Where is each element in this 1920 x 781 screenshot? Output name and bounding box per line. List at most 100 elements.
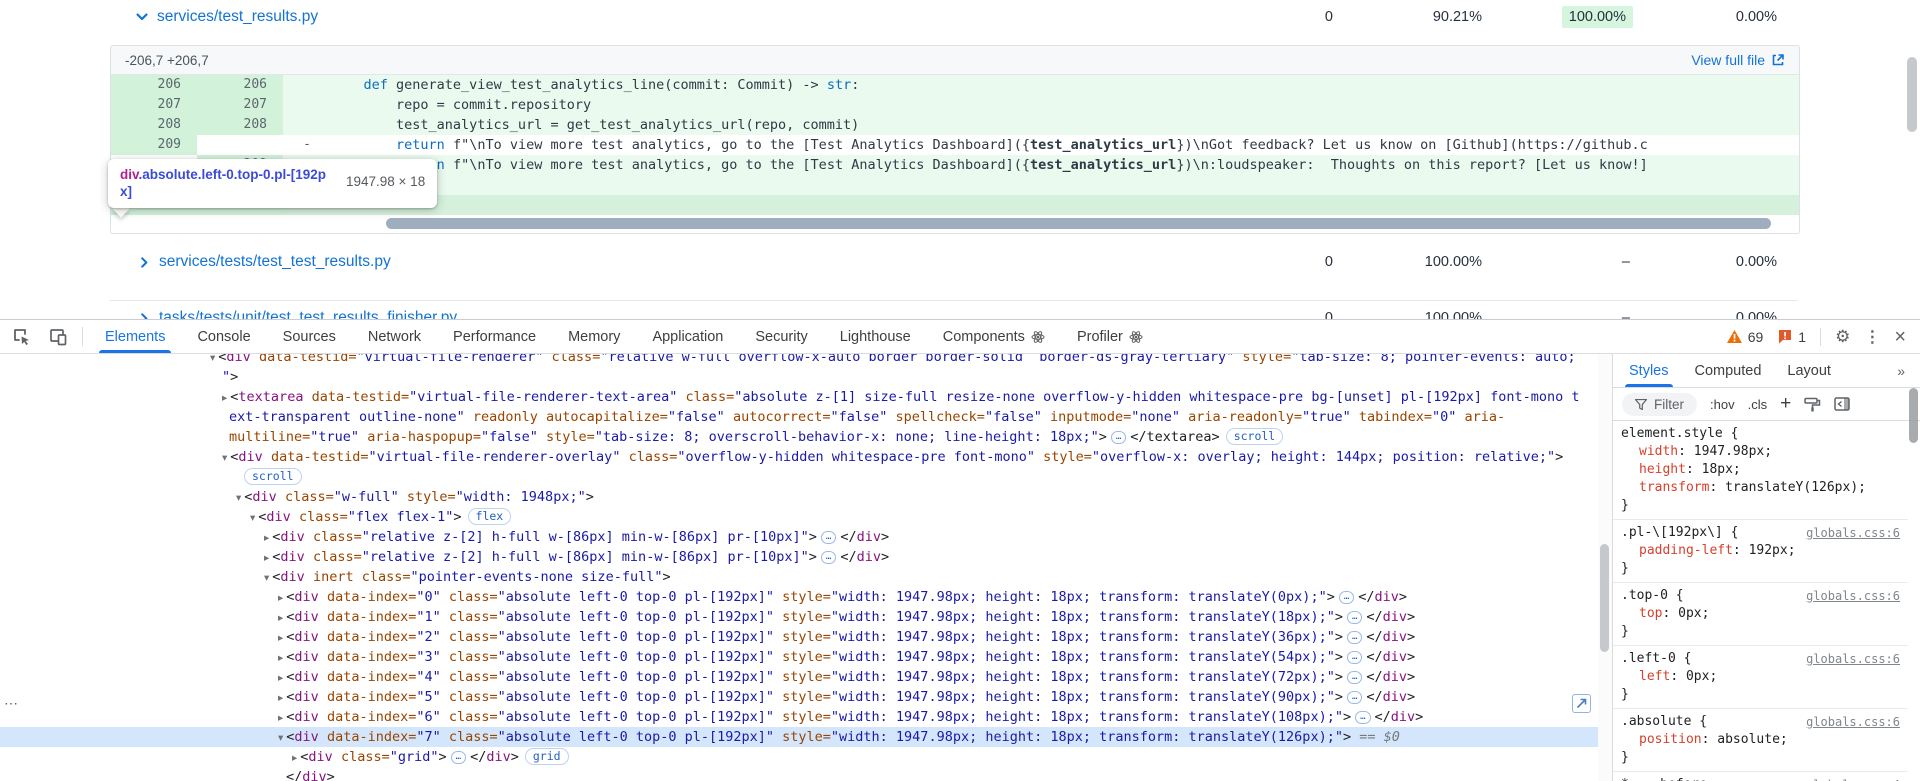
inline-expand-ellipsis[interactable]: … bbox=[1346, 611, 1363, 624]
dom-tree-row[interactable]: ▾ <div data-testid="virtual-file-renderer… bbox=[0, 447, 1598, 467]
dom-tree-row[interactable]: scroll bbox=[0, 467, 1598, 487]
rule-selector[interactable]: .pl-\[192px\] { bbox=[1621, 524, 1738, 542]
elements-scrollbar[interactable] bbox=[1598, 354, 1612, 781]
dom-tree-row[interactable]: ▸ <div data-index="4" class="absolute lef… bbox=[0, 667, 1598, 687]
dom-tree-row[interactable]: ▸ <div class="grid">… </div> grid bbox=[0, 747, 1598, 767]
diff-horizontal-scrollbar[interactable] bbox=[386, 218, 1771, 229]
devtools-tab-sources[interactable]: Sources bbox=[267, 320, 352, 353]
file-link-test-results-finisher[interactable]: tasks/tests/unit/test_test_results_finis… bbox=[138, 309, 457, 319]
view-full-file-link[interactable]: View full file bbox=[1691, 52, 1785, 68]
devtools-tab-performance[interactable]: Performance bbox=[437, 320, 552, 353]
dom-tree-row[interactable]: ▸ <div data-index="3" class="absolute lef… bbox=[0, 647, 1598, 667]
inline-expand-ellipsis[interactable]: … bbox=[1346, 631, 1363, 644]
more-options-kebab-icon[interactable]: ⋮ bbox=[1864, 327, 1880, 347]
devtools-tab-security[interactable]: Security bbox=[739, 320, 823, 353]
styles-filter-input[interactable]: Filter bbox=[1622, 392, 1697, 416]
inline-expand-ellipsis[interactable]: … bbox=[1346, 671, 1363, 684]
dom-badge-scroll[interactable]: scroll bbox=[1225, 428, 1284, 445]
tab-label: Lighthouse bbox=[839, 328, 911, 345]
stylesheet-source-link[interactable]: globals.css:6 bbox=[1806, 650, 1900, 668]
dom-tree-row[interactable]: ext-transparent outline-none" readonly a… bbox=[0, 407, 1598, 427]
text-segment: readonly bbox=[464, 409, 538, 425]
css-property[interactable]: position: absolute; bbox=[1621, 731, 1900, 749]
tab-computed[interactable]: Computed bbox=[1695, 354, 1762, 387]
styles-scrollbar-thumb[interactable] bbox=[1909, 388, 1918, 443]
dom-tree-row[interactable]: ▾ <div class="flex flex-1"> flex bbox=[0, 507, 1598, 527]
inline-expand-ellipsis[interactable]: … bbox=[450, 751, 467, 764]
dom-badge-flex[interactable]: flex bbox=[467, 508, 512, 525]
text-segment: style= bbox=[398, 489, 456, 505]
stylesheet-source-link[interactable]: globals.css:6 bbox=[1806, 524, 1900, 542]
rule-selector[interactable]: .top-0 { bbox=[1621, 587, 1684, 605]
sidebar-toggle-icon[interactable] bbox=[1834, 397, 1850, 411]
file-link-test-test-results[interactable]: services/tests/test_test_results.py bbox=[138, 253, 391, 271]
dom-tree-row[interactable]: ▸ <div data-index="5" class="absolute lef… bbox=[0, 687, 1598, 707]
dom-tree-row-selected[interactable]: ▾ <div data-index="7" class="absolute lef… bbox=[0, 727, 1598, 747]
inline-expand-ellipsis[interactable]: … bbox=[1346, 691, 1363, 704]
devtools-tab-network[interactable]: Network bbox=[352, 320, 437, 353]
dom-badge-grid[interactable]: grid bbox=[524, 748, 569, 765]
rule-selector[interactable]: element.style { bbox=[1621, 425, 1738, 443]
close-devtools-icon[interactable]: × bbox=[1894, 327, 1906, 347]
file-link-test-results[interactable]: services/test_results.py bbox=[135, 8, 318, 26]
css-property[interactable]: left: 0px; bbox=[1621, 668, 1900, 686]
page-vertical-scrollbar[interactable] bbox=[1907, 57, 1917, 132]
inline-expand-ellipsis[interactable]: … bbox=[820, 531, 837, 544]
tab-styles[interactable]: Styles bbox=[1625, 354, 1672, 387]
dom-tree-row[interactable]: "> bbox=[0, 367, 1598, 387]
devtools-tab-elements[interactable]: Elements bbox=[89, 320, 181, 353]
rule-selector[interactable]: *, ::before, bbox=[1621, 776, 1715, 781]
inline-expand-ellipsis[interactable]: … bbox=[1355, 711, 1371, 724]
dom-tree-row[interactable]: ▸ <div data-index="6" class="absolute lef… bbox=[0, 707, 1598, 727]
dom-badge-scroll[interactable]: scroll bbox=[244, 468, 302, 485]
device-toolbar-button[interactable] bbox=[40, 320, 76, 353]
css-property[interactable]: width: 1947.98px; bbox=[1621, 443, 1900, 461]
css-property[interactable]: height: 18px; bbox=[1621, 461, 1900, 479]
inspect-element-button[interactable] bbox=[4, 320, 40, 353]
warnings-badge[interactable]: 69 bbox=[1726, 329, 1763, 345]
dom-row-overflow-dots[interactable]: ⋯ bbox=[4, 693, 19, 713]
dom-tree-row[interactable]: ▸ <div data-index="0" class="absolute lef… bbox=[0, 587, 1598, 607]
settings-gear-icon[interactable]: ⚙ bbox=[1835, 327, 1850, 347]
toggle-hover-state-button[interactable]: :hov bbox=[1710, 397, 1735, 412]
paint-roller-icon[interactable] bbox=[1804, 397, 1821, 412]
stylesheet-source-link[interactable]: globals.css:4 bbox=[1806, 776, 1900, 781]
stylesheet-source-link[interactable]: globals.css:6 bbox=[1806, 713, 1900, 731]
dom-tree-row[interactable]: ▾ <div inert class="pointer-events-none s… bbox=[0, 567, 1598, 587]
dom-tree-row[interactable]: ▾ <div class="w-full" style="width: 1948p… bbox=[0, 487, 1598, 507]
css-property[interactable]: transform: translateY(126px); bbox=[1621, 479, 1900, 497]
dom-tree-row[interactable]: ▸ <div data-index="2" class="absolute lef… bbox=[0, 627, 1598, 647]
stylesheet-source-link[interactable]: globals.css:6 bbox=[1806, 587, 1900, 605]
devtools-tab-lighthouse[interactable]: Lighthouse bbox=[824, 320, 927, 353]
dom-tree-row[interactable]: ▸ <div class="relative z-[2] h-full w-[86… bbox=[0, 527, 1598, 547]
issues-badge[interactable]: 1 bbox=[1777, 329, 1806, 345]
devtools-tab-memory[interactable]: Memory bbox=[552, 320, 636, 353]
elements-scrollbar-thumb[interactable] bbox=[1600, 544, 1609, 652]
more-tabs-chevrons[interactable]: » bbox=[1897, 363, 1905, 379]
text-segment: class= bbox=[353, 569, 411, 585]
dom-tree-row[interactable]: multiline="true" aria-haspopup="false" s… bbox=[0, 427, 1598, 447]
element-selector: div.absolute.left-0.top-0.pl-[192px] bbox=[120, 166, 332, 200]
text-segment: "absolute left-0 top-0 pl-[192px]" bbox=[497, 589, 774, 605]
dom-tree-row[interactable]: ▸ <textarea data-testid="virtual-file-ren… bbox=[0, 387, 1598, 407]
css-property[interactable]: padding-left: 192px; bbox=[1621, 542, 1900, 560]
inline-expand-ellipsis[interactable]: … bbox=[820, 551, 837, 564]
dom-tree-row[interactable]: ▾ <div data-testid="virtual-file-renderer… bbox=[0, 354, 1598, 367]
inline-expand-ellipsis[interactable]: … bbox=[1338, 591, 1355, 604]
tab-layout[interactable]: Layout bbox=[1787, 354, 1831, 387]
dom-tree-row[interactable]: ▸ <div data-index="1" class="absolute lef… bbox=[0, 607, 1598, 627]
new-style-rule-button[interactable]: + bbox=[1780, 394, 1791, 413]
dom-tree-row[interactable]: ▸ <div class="relative z-[2] h-full w-[86… bbox=[0, 547, 1598, 567]
inline-expand-ellipsis[interactable]: … bbox=[1110, 431, 1127, 444]
inline-expand-ellipsis[interactable]: … bbox=[1346, 651, 1363, 664]
dom-tree-row[interactable]: </div> bbox=[0, 767, 1598, 781]
scroll-into-view-icon[interactable] bbox=[1572, 694, 1591, 713]
devtools-tab-application[interactable]: Application bbox=[636, 320, 739, 353]
devtools-tab-profiler[interactable]: Profiler bbox=[1061, 320, 1159, 353]
css-property[interactable]: top: 0px; bbox=[1621, 605, 1900, 623]
devtools-tab-console[interactable]: Console bbox=[181, 320, 266, 353]
toggle-classes-button[interactable]: .cls bbox=[1748, 397, 1768, 412]
rule-selector[interactable]: .left-0 { bbox=[1621, 650, 1691, 668]
devtools-tab-components[interactable]: Components bbox=[927, 320, 1061, 353]
rule-selector[interactable]: .absolute { bbox=[1621, 713, 1707, 731]
